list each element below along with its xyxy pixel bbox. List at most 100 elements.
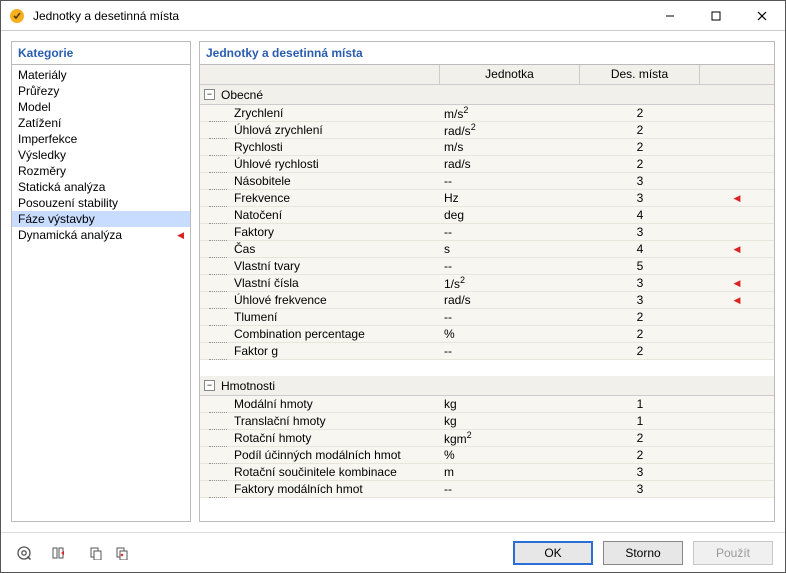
help-icon[interactable] xyxy=(13,542,35,564)
property-name: Translační hmoty xyxy=(232,414,440,428)
ok-button[interactable]: OK xyxy=(513,541,593,565)
property-decimals[interactable]: 2 xyxy=(580,327,700,341)
property-decimals[interactable]: 1 xyxy=(580,414,700,428)
property-row[interactable]: Faktory--3 xyxy=(200,224,774,241)
changed-flag-icon: ◀ xyxy=(700,295,774,306)
maximize-button[interactable] xyxy=(693,1,739,31)
property-decimals[interactable]: 3 xyxy=(580,174,700,188)
property-row[interactable]: Rotační součinitele kombinacem3 xyxy=(200,464,774,481)
property-decimals[interactable]: 2 xyxy=(580,431,700,445)
property-decimals[interactable]: 2 xyxy=(580,123,700,137)
property-decimals[interactable]: 3 xyxy=(580,293,700,307)
property-row[interactable]: FrekvenceHz3◀ xyxy=(200,190,774,207)
property-row[interactable]: Vlastní čísla1/s23◀ xyxy=(200,275,774,292)
property-row[interactable]: Čass4◀ xyxy=(200,241,774,258)
property-decimals[interactable]: 1 xyxy=(580,397,700,411)
category-item[interactable]: Průřezy xyxy=(12,83,190,99)
property-row[interactable]: Faktory modálních hmot--3 xyxy=(200,481,774,498)
window-title: Jednotky a desetinná místa xyxy=(33,9,647,23)
property-name: Úhlové rychlosti xyxy=(232,157,440,171)
apply-button[interactable]: Použít xyxy=(693,541,773,565)
property-decimals[interactable]: 3 xyxy=(580,225,700,239)
minimize-button[interactable] xyxy=(647,1,693,31)
property-decimals[interactable]: 3 xyxy=(580,482,700,496)
property-decimals[interactable]: 2 xyxy=(580,448,700,462)
property-row[interactable]: Natočenídeg4 xyxy=(200,207,774,224)
property-decimals[interactable]: 2 xyxy=(580,344,700,358)
property-decimals[interactable]: 5 xyxy=(580,259,700,273)
paste-icon[interactable] xyxy=(111,542,133,564)
property-decimals[interactable]: 4 xyxy=(580,242,700,256)
property-unit[interactable]: rad/s xyxy=(440,157,580,171)
property-decimals[interactable]: 3 xyxy=(580,465,700,479)
property-row[interactable]: Násobitele--3 xyxy=(200,173,774,190)
property-decimals[interactable]: 4 xyxy=(580,208,700,222)
property-row[interactable]: Podíl účinných modálních hmot%2 xyxy=(200,447,774,464)
category-item[interactable]: Zatížení xyxy=(12,115,190,131)
property-row[interactable]: Rychlostim/s2 xyxy=(200,139,774,156)
property-unit[interactable]: % xyxy=(440,327,580,341)
group-header[interactable]: −Obecné xyxy=(200,85,774,105)
changed-flag-icon: ◀ xyxy=(700,244,774,255)
property-unit[interactable]: kg xyxy=(440,414,580,428)
property-row[interactable]: Úhlové frekvencerad/s3◀ xyxy=(200,292,774,309)
property-unit[interactable]: deg xyxy=(440,208,580,222)
property-unit[interactable]: -- xyxy=(440,310,580,324)
property-unit[interactable]: rad/s xyxy=(440,293,580,307)
property-row[interactable]: Combination percentage%2 xyxy=(200,326,774,343)
property-row[interactable]: Translační hmotykg1 xyxy=(200,413,774,430)
property-decimals[interactable]: 3 xyxy=(580,276,700,290)
category-item[interactable]: Fáze výstavby xyxy=(12,211,190,227)
property-row[interactable]: Tlumení--2 xyxy=(200,309,774,326)
property-unit[interactable]: m/s2 xyxy=(440,105,580,121)
property-row[interactable]: Rotační hmotykgm22 xyxy=(200,430,774,447)
property-decimals[interactable]: 2 xyxy=(580,157,700,171)
category-item[interactable]: Výsledky xyxy=(12,147,190,163)
property-name: Faktory modálních hmot xyxy=(232,482,440,496)
category-item[interactable]: Materiály xyxy=(12,67,190,83)
property-decimals[interactable]: 3 xyxy=(580,191,700,205)
property-row[interactable]: Zrychlením/s22 xyxy=(200,105,774,122)
property-row[interactable]: Modální hmotykg1 xyxy=(200,396,774,413)
property-decimals[interactable]: 2 xyxy=(580,140,700,154)
property-unit[interactable]: -- xyxy=(440,482,580,496)
category-item[interactable]: Dynamická analýza◀ xyxy=(12,227,190,243)
property-unit[interactable]: 1/s2 xyxy=(440,275,580,291)
property-unit[interactable]: m xyxy=(440,465,580,479)
copy-icon[interactable] xyxy=(85,542,107,564)
category-item[interactable]: Imperfekce xyxy=(12,131,190,147)
property-unit[interactable]: kg xyxy=(440,397,580,411)
property-unit[interactable]: rad/s2 xyxy=(440,122,580,138)
property-unit[interactable]: -- xyxy=(440,259,580,273)
property-name: Čas xyxy=(232,242,440,256)
property-row[interactable]: Úhlové rychlostirad/s2 xyxy=(200,156,774,173)
reset-icon[interactable] xyxy=(47,542,69,564)
close-button[interactable] xyxy=(739,1,785,31)
cancel-button[interactable]: Storno xyxy=(603,541,683,565)
collapse-toggle-icon[interactable]: − xyxy=(204,380,215,391)
category-item[interactable]: Rozměry xyxy=(12,163,190,179)
group-header[interactable]: −Hmotnosti xyxy=(200,376,774,396)
property-unit[interactable]: m/s xyxy=(440,140,580,154)
table-header-row: Jednotka Des. místa xyxy=(200,65,774,85)
property-unit[interactable]: -- xyxy=(440,174,580,188)
app-icon xyxy=(9,8,25,24)
property-row[interactable]: Faktor g--2 xyxy=(200,343,774,360)
property-unit[interactable]: s xyxy=(440,242,580,256)
property-unit[interactable]: -- xyxy=(440,225,580,239)
property-unit[interactable]: Hz xyxy=(440,191,580,205)
property-unit[interactable]: -- xyxy=(440,344,580,358)
category-item[interactable]: Model xyxy=(12,99,190,115)
property-name: Úhlové frekvence xyxy=(232,293,440,307)
property-row[interactable]: Úhlová zrychlenírad/s22 xyxy=(200,122,774,139)
property-unit[interactable]: kgm2 xyxy=(440,430,580,446)
property-unit[interactable]: % xyxy=(440,448,580,462)
collapse-toggle-icon[interactable]: − xyxy=(204,89,215,100)
category-item[interactable]: Statická analýza xyxy=(12,179,190,195)
property-decimals[interactable]: 2 xyxy=(580,106,700,120)
category-item[interactable]: Posouzení stability xyxy=(12,195,190,211)
category-label: Materiály xyxy=(18,68,67,82)
property-name: Rychlosti xyxy=(232,140,440,154)
property-decimals[interactable]: 2 xyxy=(580,310,700,324)
property-row[interactable]: Vlastní tvary--5 xyxy=(200,258,774,275)
